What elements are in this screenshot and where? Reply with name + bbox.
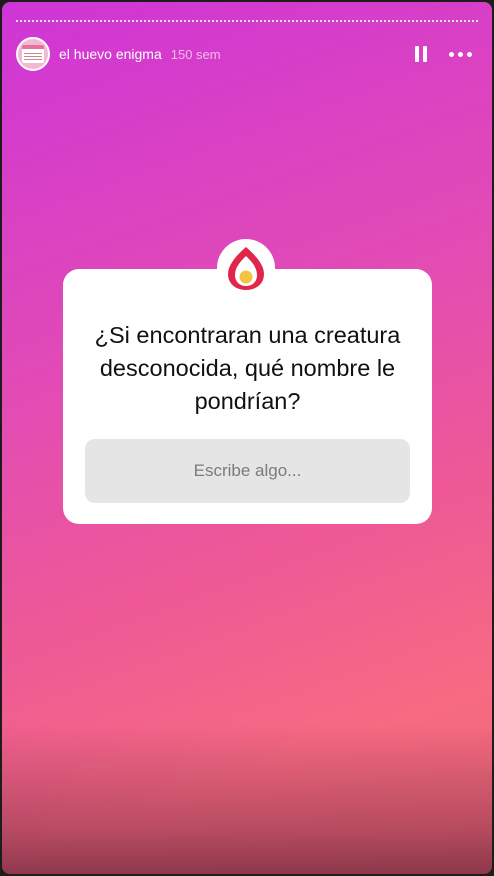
flame-egg-icon — [228, 247, 264, 290]
bottom-shade — [2, 724, 492, 874]
question-badge — [217, 239, 275, 297]
answer-input[interactable]: Escribe algo... — [85, 439, 410, 503]
question-text: ¿Si encontraran una creatura desconocida… — [94, 322, 401, 414]
story-viewer[interactable]: el huevo enigma 150 sem ¿Si encontraran … — [2, 2, 492, 874]
story-time: 150 sem — [170, 46, 221, 62]
question-sticker: ¿Si encontraran una creatura desconocida… — [63, 239, 432, 524]
username[interactable]: el huevo enigma — [59, 46, 162, 62]
avatar[interactable] — [16, 37, 50, 71]
pause-icon[interactable] — [411, 44, 431, 64]
more-options-icon[interactable] — [449, 51, 472, 57]
avatar-image — [22, 45, 44, 63]
story-progress-bar — [16, 20, 478, 24]
story-header: el huevo enigma 150 sem — [16, 36, 478, 72]
